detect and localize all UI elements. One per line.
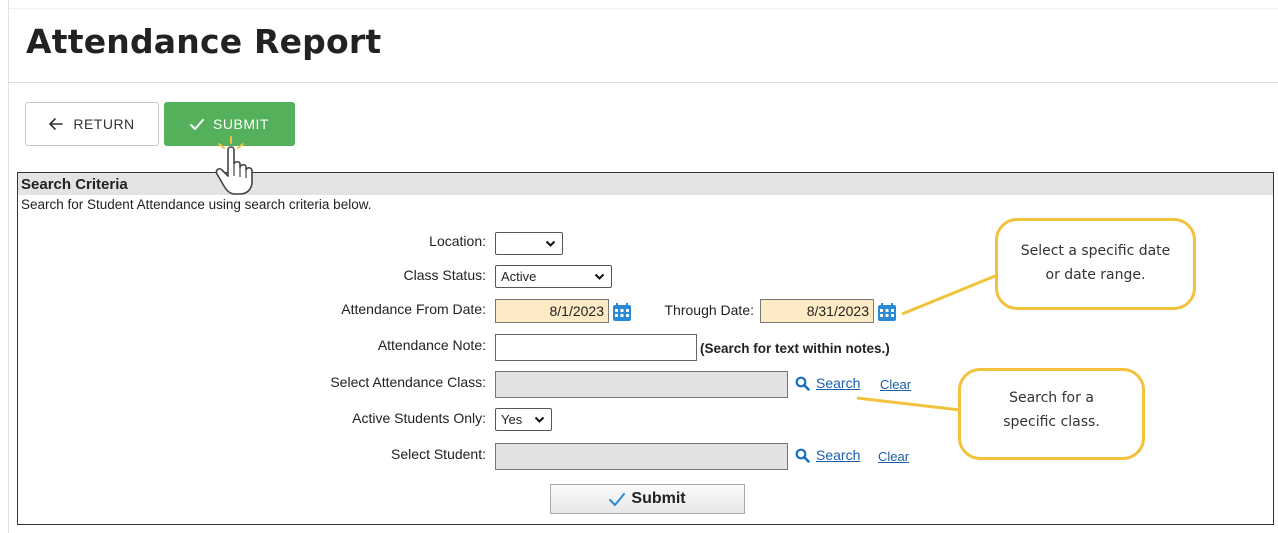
left-border [8, 0, 9, 533]
through-date-label: Through Date: [664, 302, 755, 318]
panel-subtitle: Search for Student Attendance using sear… [21, 197, 372, 212]
calendar-icon[interactable] [877, 302, 897, 322]
hand-cursor-icon [215, 136, 253, 195]
student-field [495, 443, 788, 470]
bottom-submit-label: Submit [631, 490, 686, 507]
location-label: Location: [429, 233, 486, 249]
chevron-down-icon [594, 273, 605, 280]
student-search-link[interactable]: Search [816, 447, 860, 463]
class-status-select[interactable]: Active [495, 265, 612, 288]
date-callout: Select a specific date or date range. [995, 218, 1196, 310]
title-divider [8, 82, 1278, 83]
note-input[interactable] [495, 334, 697, 361]
through-date-input[interactable]: 8/31/2023 [760, 299, 874, 323]
class-search-link[interactable]: Search [816, 375, 860, 391]
note-label: Attendance Note: [377, 337, 486, 353]
attendance-class-field [495, 371, 788, 398]
note-hint: (Search for text within notes.) [700, 341, 890, 356]
active-only-select[interactable]: Yes [495, 408, 552, 431]
return-button[interactable]: RETURN [25, 102, 159, 146]
class-status-label: Class Status: [403, 267, 486, 283]
attendance-class-label: Select Attendance Class: [330, 374, 486, 390]
chevron-down-icon [534, 416, 545, 423]
chevron-down-icon [545, 240, 556, 247]
search-icon[interactable] [795, 448, 810, 463]
callout-pointer [901, 272, 1001, 316]
class-callout-line2: specific class. [1003, 414, 1100, 430]
class-callout-line1: Search for a [1009, 390, 1094, 406]
bottom-submit-button[interactable]: Submit [550, 484, 745, 514]
student-label: Select Student: [391, 446, 486, 462]
class-callout: Search for a specific class. [958, 368, 1145, 460]
student-clear-link[interactable]: Clear [878, 449, 909, 464]
search-icon[interactable] [795, 376, 810, 391]
check-icon [609, 492, 626, 506]
page-title: Attendance Report [26, 22, 382, 61]
submit-label: SUBMIT [213, 116, 269, 132]
date-callout-line2: or date range. [1045, 267, 1146, 283]
top-border [8, 8, 1278, 9]
from-date-input[interactable]: 8/1/2023 [495, 299, 609, 323]
active-only-value: Yes [501, 412, 523, 427]
calendar-icon[interactable] [612, 302, 632, 322]
arrow-left-icon [49, 118, 64, 130]
check-icon [190, 118, 205, 130]
date-callout-line1: Select a specific date [1020, 243, 1171, 259]
active-only-label: Active Students Only: [352, 410, 486, 426]
from-date-label: Attendance From Date: [341, 301, 486, 317]
callout-pointer [856, 396, 961, 412]
class-status-value: Active [501, 269, 537, 284]
return-label: RETURN [73, 116, 135, 132]
location-select[interactable] [495, 232, 563, 255]
